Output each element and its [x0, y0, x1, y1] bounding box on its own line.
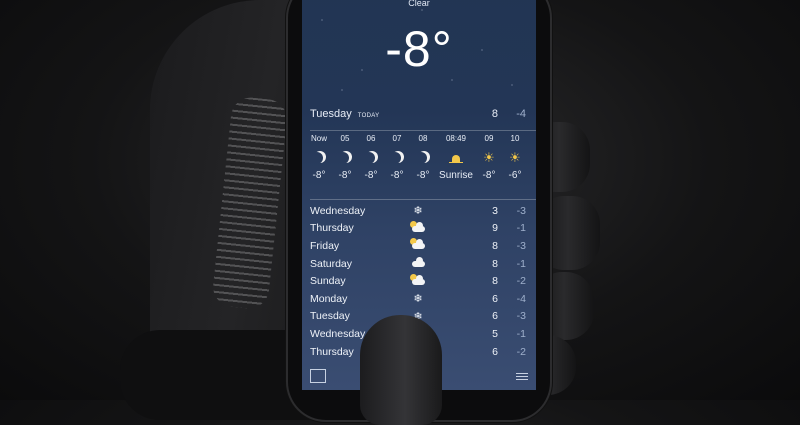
today-high: 8 [491, 108, 498, 120]
partly-cloudy-icon [410, 273, 426, 285]
hour-time: 08 [418, 134, 428, 143]
daily-high: 8 [492, 257, 498, 270]
moon-icon [337, 152, 349, 164]
today-day: Tuesday [310, 108, 352, 120]
daily-low: -1 [516, 257, 526, 270]
daily-low: -3 [516, 239, 526, 252]
daily-high: 6 [492, 345, 498, 358]
daily-low: -2 [516, 275, 526, 288]
hour-column: 10 ☀ -6° [502, 134, 528, 194]
daily-low: -3 [516, 204, 526, 217]
daily-high: 6 [492, 292, 498, 305]
today-low: -4 [516, 108, 526, 120]
daily-high: 8 [492, 239, 498, 252]
daily-low: -1 [516, 327, 526, 340]
snow-icon: ❄ [413, 205, 423, 218]
hour-column: 09 ☀ -8° [476, 134, 502, 194]
moon-icon [415, 152, 427, 164]
daily-row: Sunday 8 -2 [310, 272, 526, 290]
daily-low: -2 [516, 345, 526, 358]
hour-time: 09 [484, 134, 494, 143]
daily-high: 3 [492, 204, 498, 217]
sun-icon: ☀ [483, 150, 495, 165]
current-condition: Clear [408, 0, 430, 8]
daily-row: Monday ❄ 6 -4 [310, 290, 526, 308]
hour-column: 08 -8° [410, 134, 436, 194]
hour-time: 07 [392, 134, 402, 143]
daily-high: 6 [492, 310, 498, 323]
hour-time: Now [310, 134, 327, 143]
daily-row: Saturday 8 -1 [310, 255, 526, 273]
weather-channel-icon[interactable] [310, 369, 326, 383]
hour-time: 08:49 [445, 134, 467, 143]
sun-icon: ☀ [509, 150, 521, 165]
daily-row: Friday 8 -3 [310, 237, 526, 255]
moon-icon [311, 152, 323, 164]
hour-temp: -6° [508, 170, 522, 181]
hour-column: Now -8° [306, 134, 332, 194]
daily-day: Saturday [310, 257, 353, 270]
partly-cloudy-icon [410, 238, 426, 250]
hour-column: 06 -8° [358, 134, 384, 194]
divider [310, 130, 536, 131]
hour-time: 10 [510, 134, 520, 143]
current-temperature: -8° [385, 21, 453, 77]
daily-high: 9 [492, 222, 498, 235]
sunrise-icon [449, 153, 463, 163]
hour-temp: -8° [416, 170, 430, 181]
divider [310, 199, 536, 200]
today-tag: TODAY [357, 113, 380, 119]
hour-temp: -8° [390, 170, 404, 181]
daily-row: Wednesday ❄ 3 -3 [310, 202, 526, 220]
daily-high: 5 [492, 327, 498, 340]
snow-icon: ❄ [413, 293, 423, 306]
daily-high: 8 [492, 275, 498, 288]
daily-day: Wednesday [310, 204, 366, 217]
hourly-forecast[interactable]: Now -8° 05 -8° 06 -8° 07 -8° 08 -8° 08:4… [306, 134, 536, 194]
today-summary: Tuesday TODAY 8 -4 [310, 108, 526, 124]
hour-column: 05 -8° [332, 134, 358, 194]
partly-cloudy-icon [410, 220, 426, 232]
daily-row: Thursday 9 -1 [310, 220, 526, 238]
hour-temp: -8° [338, 170, 352, 181]
daily-low: -1 [516, 222, 526, 235]
daily-low: -3 [516, 310, 526, 323]
hour-column: 07 -8° [384, 134, 410, 194]
cloud-icon [410, 257, 426, 268]
daily-day: Sunday [310, 275, 346, 288]
hour-temp: -8° [312, 170, 326, 181]
daily-day: Thursday [310, 222, 354, 235]
hour-temp: -8° [482, 170, 496, 181]
hour-column-sunrise: 08:49 Sunrise [436, 134, 476, 194]
moon-icon [389, 152, 401, 164]
hour-time: 06 [366, 134, 376, 143]
daily-low: -4 [516, 292, 526, 305]
hour-temp: Sunrise [439, 170, 473, 181]
moon-icon [363, 152, 375, 164]
daily-day: Monday [310, 292, 348, 305]
city-list-icon[interactable] [516, 372, 528, 380]
glove-thumb [360, 315, 442, 425]
hour-temp: -8° [364, 170, 378, 181]
daily-day: Friday [310, 239, 340, 252]
hour-time: 05 [340, 134, 350, 143]
